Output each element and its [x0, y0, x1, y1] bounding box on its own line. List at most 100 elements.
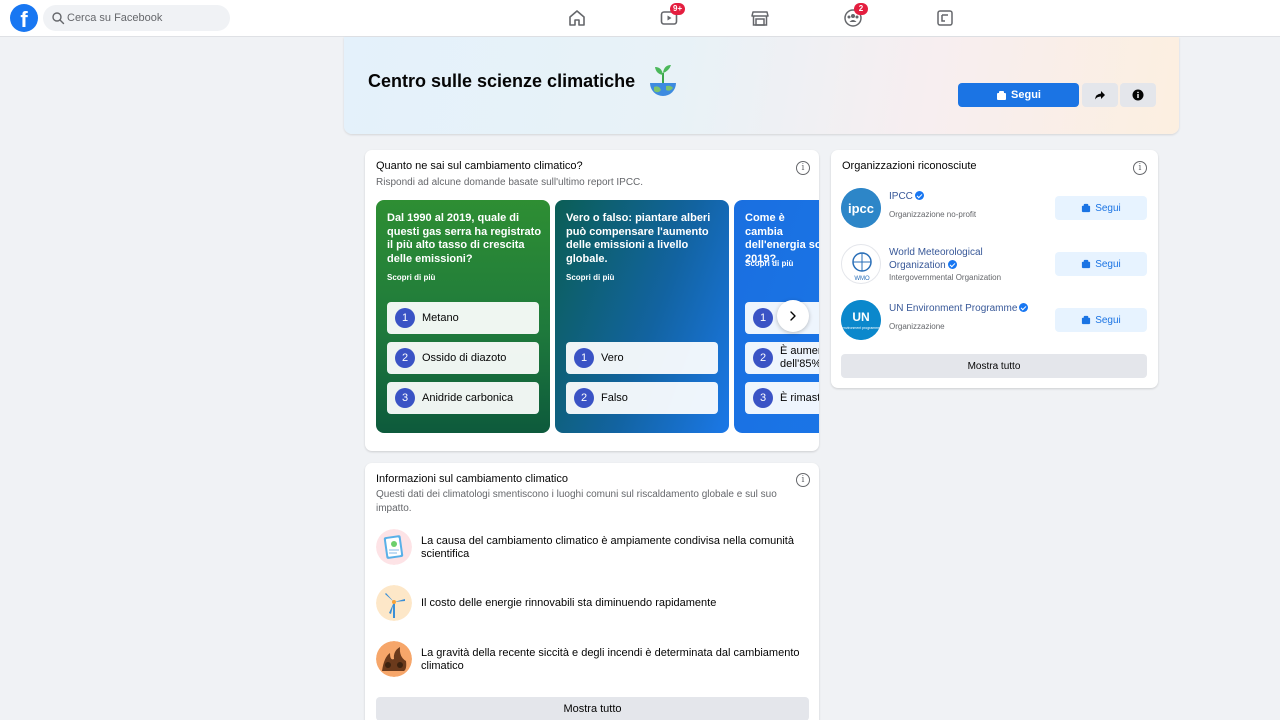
quiz-section-title: Quanto ne sai sul cambiamento climatico? — [376, 160, 583, 172]
carousel-next-button[interactable] — [777, 300, 809, 332]
nav-gaming[interactable] — [932, 6, 958, 30]
quiz-question: Dal 1990 al 2019, quale di questi gas se… — [387, 212, 542, 265]
quiz-option[interactable]: 2 Falso — [566, 382, 718, 414]
quiz-question: Come è cambia dell'energia so 2019? — [745, 212, 819, 265]
fact-text: La gravità della recente siccità e degli… — [421, 647, 800, 672]
option-number: 2 — [753, 348, 773, 368]
org-name-link[interactable]: UN Environment Programme — [889, 302, 1049, 315]
verified-badge-icon — [914, 191, 924, 200]
option-number: 3 — [753, 388, 773, 408]
info-circle-icon[interactable]: i — [796, 473, 810, 487]
option-number: 2 — [395, 348, 415, 368]
follow-unep-button[interactable]: Segui — [1055, 308, 1147, 332]
org-name[interactable]: UN Environment Programme — [889, 303, 1017, 314]
follow-icon — [997, 90, 1007, 100]
org-row-wmo: WMO World Meteorological Organization In… — [841, 244, 1147, 286]
fact-text: Il costo delle energie rinnovabili sta d… — [421, 597, 717, 609]
follow-label: Segui — [1095, 314, 1121, 326]
facts-section-title: Informazioni sul cambiamento climatico — [376, 473, 568, 485]
option-number: 3 — [395, 388, 415, 408]
org-name-link[interactable]: IPCC — [889, 190, 1029, 203]
org-type: Intergovernmental Organization — [889, 273, 1002, 282]
svg-text:ipcc: ipcc — [848, 201, 874, 216]
option-label: È rimast — [780, 391, 819, 404]
option-label: Falso — [601, 391, 628, 404]
quiz-option[interactable]: 2 È aumer dell'85% — [745, 342, 819, 374]
verified-badge-icon — [947, 260, 957, 269]
wmo-logo[interactable]: WMO — [841, 244, 881, 284]
option-label: Ossido di diazoto — [422, 351, 507, 364]
facts-section-subtitle: Questi dati dei climatologi smentiscono … — [376, 489, 777, 514]
fact-item[interactable]: La causa del cambiamento climatico è amp… — [376, 529, 816, 565]
groups-notification-badge: 2 — [854, 3, 868, 15]
watch-notification-badge: 9+ — [670, 3, 686, 15]
option-number: 1 — [574, 348, 594, 368]
org-name[interactable]: World Meteorological Organization — [889, 247, 983, 271]
wmo-logo-graphic: WMO — [852, 252, 872, 282]
search-box[interactable] — [43, 5, 230, 31]
quiz-option[interactable]: 1 Vero — [566, 342, 718, 374]
nav-home[interactable] — [564, 6, 590, 30]
org-type: Organizzazione — [889, 322, 945, 331]
nav-groups[interactable]: 2 — [840, 3, 868, 30]
nav-marketplace[interactable] — [747, 6, 773, 30]
page-title: Centro sulle scienze climatiche — [368, 71, 636, 91]
organizations-title: Organizzazioni riconosciute — [842, 160, 977, 172]
org-row-ipcc: ipcc IPCC Organizzazione no-profit Segui — [841, 188, 1147, 230]
follow-wmo-button[interactable]: Segui — [1055, 252, 1147, 276]
quiz-card[interactable]: Vero o falso: piantare alberi può compen… — [555, 200, 729, 433]
quiz-option[interactable]: 3 Anidride carbonica — [387, 382, 539, 414]
quiz-card[interactable]: Dal 1990 al 2019, quale di questi gas se… — [376, 200, 550, 433]
climate-facts-section: Informazioni sul cambiamento climatico Q… — [365, 463, 819, 720]
quiz-question: Vero o falso: piantare alberi può compen… — [566, 212, 711, 265]
quiz-option[interactable]: 1 Metano — [387, 302, 539, 334]
unep-logo-graphic: UN environment programme — [841, 300, 881, 340]
org-row-unep: UN environment programme UN Environment P… — [841, 300, 1147, 342]
learn-more-link[interactable]: Scopri di più — [745, 259, 793, 268]
option-label: Vero — [601, 351, 624, 364]
option-number: 1 — [753, 308, 773, 328]
marketplace-icon — [751, 11, 769, 26]
follow-button-label: Segui — [1011, 89, 1041, 101]
unep-logo[interactable]: UN environment programme — [841, 300, 881, 340]
show-all-organizations-button[interactable]: Mostra tutto — [841, 354, 1147, 378]
info-circle-icon[interactable]: i — [1133, 161, 1147, 175]
follow-button[interactable]: Segui — [958, 83, 1079, 107]
show-all-facts-button[interactable]: Mostra tutto — [376, 697, 809, 720]
wind-turbine-icon — [376, 585, 412, 621]
info-icon — [1132, 89, 1144, 101]
facebook-logo[interactable]: f — [10, 4, 38, 32]
info-button[interactable] — [1120, 83, 1156, 107]
fact-item[interactable]: La gravità della recente siccità e degli… — [376, 641, 816, 677]
org-name-link[interactable]: World Meteorological Organization — [889, 246, 1029, 272]
follow-icon — [1082, 315, 1091, 325]
quiz-option[interactable]: 3 È rimast — [745, 382, 819, 414]
svg-text:UN: UN — [852, 310, 869, 324]
search-input[interactable] — [67, 5, 225, 31]
nav-watch[interactable]: 9+ — [656, 3, 686, 30]
follow-icon — [1082, 203, 1091, 213]
follow-icon — [1082, 259, 1091, 269]
climate-hub-header: Centro sulle scienze climatiche Segui — [344, 37, 1179, 134]
wildfire-icon — [376, 641, 412, 677]
option-label: Anidride carbonica — [422, 391, 514, 404]
globe-sprout-icon — [650, 65, 676, 96]
learn-more-link[interactable]: Scopri di più — [387, 273, 435, 282]
share-icon — [1095, 91, 1105, 100]
info-circle-icon[interactable]: i — [796, 161, 810, 175]
quiz-section-subtitle: Rispondi ad alcune domande basate sull'u… — [376, 177, 644, 188]
gaming-icon — [937, 10, 953, 26]
chevron-right-icon — [790, 311, 796, 321]
option-number: 2 — [574, 388, 594, 408]
follow-label: Segui — [1095, 258, 1121, 270]
quiz-option[interactable]: 2 Ossido di diazoto — [387, 342, 539, 374]
org-type: Organizzazione no-profit — [889, 210, 977, 219]
follow-ipcc-button[interactable]: Segui — [1055, 196, 1147, 220]
share-button[interactable] — [1082, 83, 1118, 107]
org-name[interactable]: IPCC — [889, 191, 913, 202]
svg-text:environment programme: environment programme — [842, 326, 880, 330]
fact-item[interactable]: Il costo delle energie rinnovabili sta d… — [376, 585, 816, 621]
learn-more-link[interactable]: Scopri di più — [566, 273, 614, 282]
follow-label: Segui — [1095, 202, 1121, 214]
ipcc-logo[interactable]: ipcc — [841, 188, 881, 228]
